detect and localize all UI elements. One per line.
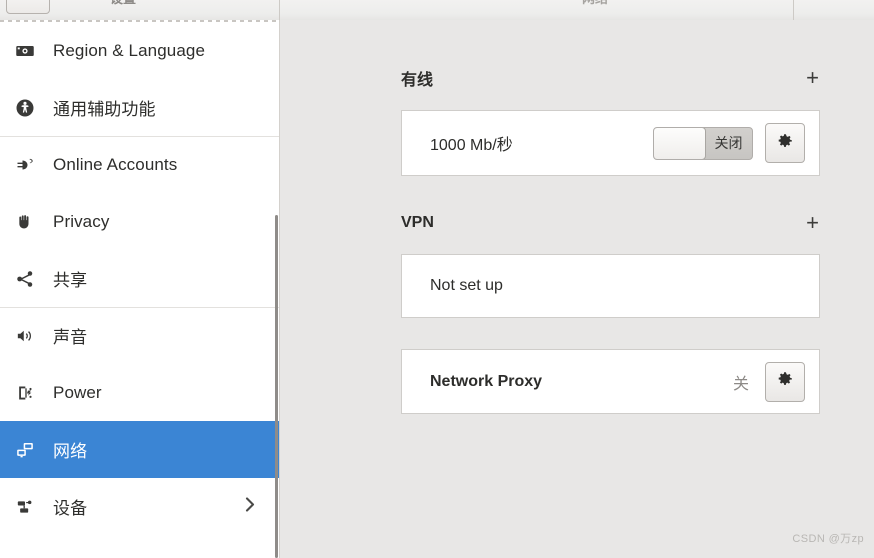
sidebar-item-devices[interactable]: 设备 <box>0 478 279 535</box>
sidebar-item-label: 设备 <box>53 499 88 518</box>
header-divider-left <box>279 0 280 20</box>
network-panel: 有线 + 1000 Mb/秒 关闭 VPN + Not set up Netwo… <box>280 20 874 558</box>
sidebar-item-sharing[interactable]: 共享 <box>0 250 279 307</box>
network-proxy-card: Network Proxy 关 <box>401 349 820 414</box>
wired-speed-label: 1000 Mb/秒 <box>430 137 513 154</box>
devices-printer-icon <box>12 496 38 518</box>
network-proxy-settings-button[interactable] <box>765 361 805 402</box>
sidebar-item-label: Online Accounts <box>53 154 178 174</box>
add-wired-button[interactable]: + <box>804 67 821 89</box>
share-nodes-icon <box>12 268 38 290</box>
toggle-state-label: 关闭 <box>714 135 743 151</box>
sidebar-item-network[interactable]: 网络 <box>0 421 279 478</box>
sidebar-item-power[interactable]: Power <box>0 364 279 421</box>
vpn-status-label: Not set up <box>430 277 503 294</box>
add-vpn-button[interactable]: + <box>804 212 821 234</box>
settings-window: 设置 网络 Region & Language 通用辅助功能 Online Acco… <box>0 0 874 558</box>
wired-settings-button[interactable] <box>765 123 805 163</box>
header-right-title: 网络 <box>582 0 608 7</box>
sidebar-item-privacy[interactable]: Privacy <box>0 193 279 250</box>
sidebar-item-label: Power <box>53 382 102 402</box>
header-left-title: 设置 <box>110 0 136 7</box>
vpn-card: Not set up <box>401 254 820 318</box>
wired-section-header: 有线 + <box>401 66 821 90</box>
wired-title: 有线 <box>401 72 434 89</box>
chevron-right-icon <box>243 495 257 518</box>
sidebar-item-sound[interactable]: 声音 <box>0 307 279 364</box>
sidebar: Region & Language 通用辅助功能 Online Accounts Pr… <box>0 20 280 558</box>
sidebar-nav-list: Region & Language 通用辅助功能 Online Accounts Pr… <box>0 22 279 535</box>
sidebar-item-label: 通用辅助功能 <box>53 100 156 119</box>
watermark: CSDN @万zp <box>792 533 864 545</box>
wired-connection-card: 1000 Mb/秒 关闭 <box>401 110 820 176</box>
network-proxy-state: 关 <box>732 375 749 393</box>
network-proxy-label: Network Proxy <box>430 372 543 390</box>
accessibility-icon <box>12 97 38 119</box>
sidebar-item-label: 声音 <box>53 328 88 347</box>
sidebar-item-label: Region & Language <box>53 40 205 60</box>
window-header: 设置 网络 <box>0 0 874 21</box>
sidebar-scrollbar[interactable] <box>275 215 278 558</box>
header-divider-right <box>793 0 794 20</box>
sidebar-item-label: 共享 <box>53 271 88 290</box>
gear-icon <box>776 132 794 155</box>
vpn-title: VPN <box>401 214 434 231</box>
toggle-knob <box>654 127 706 159</box>
sidebar-item-label: 网络 <box>53 442 88 461</box>
flag-icon <box>12 40 38 62</box>
speaker-icon <box>12 325 38 347</box>
vpn-section-header: VPN + <box>401 212 821 234</box>
gear-icon <box>776 370 794 393</box>
sidebar-item-label: Privacy <box>53 211 110 231</box>
wired-toggle-switch[interactable]: 关闭 <box>653 126 753 160</box>
sidebar-item-universal-access[interactable]: 通用辅助功能 <box>0 79 279 136</box>
hand-privacy-icon <box>12 211 38 233</box>
online-accounts-icon <box>12 154 38 176</box>
network-screens-icon <box>12 439 38 461</box>
sidebar-item-region-language[interactable]: Region & Language <box>0 22 279 79</box>
sidebar-item-online-accounts[interactable]: Online Accounts <box>0 136 279 193</box>
back-button[interactable] <box>6 0 50 14</box>
battery-power-icon <box>12 382 38 404</box>
